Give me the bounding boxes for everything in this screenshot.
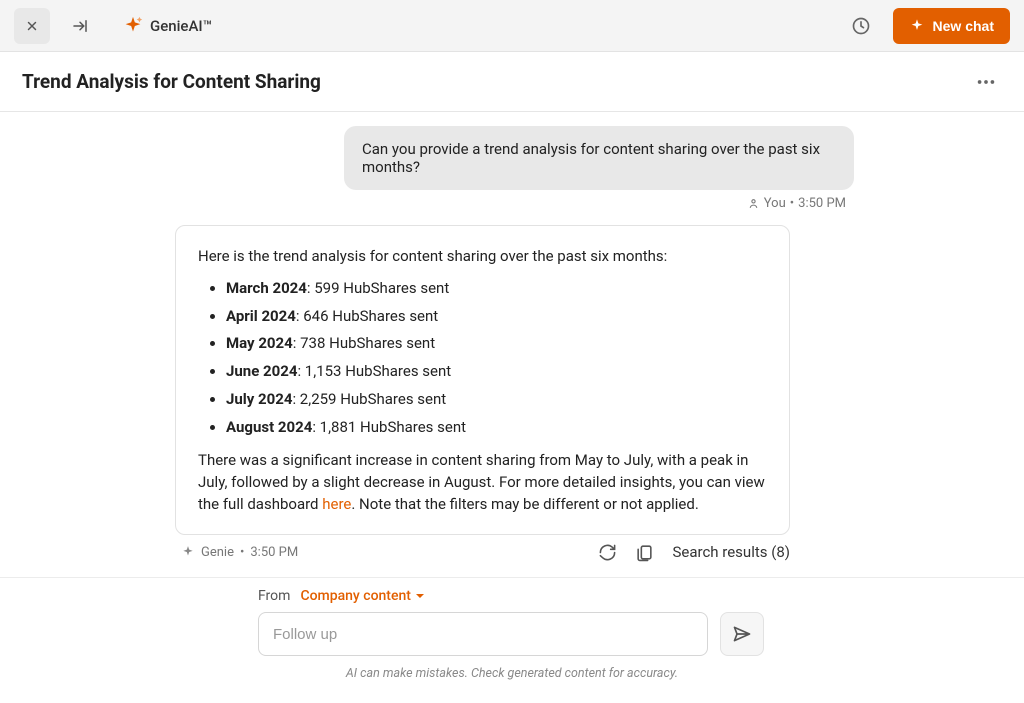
ai-author: Genie [201,545,234,560]
ai-outro-text: There was a significant increase in cont… [198,450,767,515]
followup-input[interactable] [258,612,708,656]
history-button[interactable] [843,8,879,44]
brand-sparkle-icon [122,15,144,37]
sparkle-small-icon [181,545,195,559]
user-message-meta: You • 3:50 PM [0,196,1024,211]
clock-icon [851,16,871,36]
close-icon [25,19,39,33]
disclaimer-text: AI can make mistakes. Check generated co… [0,666,1024,681]
list-item: August 2024: 1,881 HubShares sent [226,417,767,439]
trend-list: March 2024: 599 HubShares sent April 202… [198,278,767,439]
source-selector-row: From Company content [0,588,1024,604]
send-button[interactable] [720,612,764,656]
sparkle-icon [909,18,925,34]
list-item: April 2024: 646 HubShares sent [226,306,767,328]
ai-message-bubble: Here is the trend analysis for content s… [175,225,790,535]
more-options-button[interactable] [970,66,1002,98]
title-bar: Trend Analysis for Content Sharing [0,52,1024,112]
send-icon [732,624,752,644]
top-header: GenieAI™ New chat [0,0,1024,52]
ai-message-wrap: Here is the trend analysis for content s… [0,225,790,577]
suggested-followup[interactable]: What factors contributed to the peak in … [175,562,790,578]
user-message-author: You [764,196,786,211]
user-icon [747,197,760,210]
compose-row [0,612,1024,656]
collapse-icon [71,17,89,35]
brand: GenieAI™ [122,15,212,37]
close-button[interactable] [14,8,50,44]
regenerate-button[interactable] [598,543,617,562]
ai-intro-text: Here is the trend analysis for content s… [198,246,767,268]
clipboard-icon [635,543,654,562]
user-message-bubble: Can you provide a trend analysis for con… [344,126,854,190]
chat-area: Can you provide a trend analysis for con… [0,112,1024,577]
dashboard-link[interactable]: here [322,495,351,513]
search-results-link[interactable]: Search results (8) [672,543,790,561]
ai-time: 3:50 PM [250,545,298,560]
list-item: May 2024: 738 HubShares sent [226,333,767,355]
source-selector-label: Company content [300,588,410,604]
more-horizontal-icon [975,71,997,93]
from-label: From [258,588,290,604]
new-chat-label: New chat [933,18,994,34]
input-footer: From Company content AI can make mistake… [0,577,1024,703]
refresh-icon [598,543,617,562]
page-title: Trend Analysis for Content Sharing [22,70,970,93]
brand-name: GenieAI™ [150,17,212,35]
list-item: March 2024: 599 HubShares sent [226,278,767,300]
caret-down-icon [415,591,425,601]
new-chat-button[interactable]: New chat [893,8,1010,44]
copy-button[interactable] [635,543,654,562]
source-selector[interactable]: Company content [300,588,424,604]
ai-message-footer: Genie • 3:50 PM Search results (8) [175,535,790,562]
list-item: June 2024: 1,153 HubShares sent [226,361,767,383]
user-message-time: 3:50 PM [798,196,846,211]
list-item: July 2024: 2,259 HubShares sent [226,389,767,411]
user-message-row: Can you provide a trend analysis for con… [0,126,1024,190]
collapse-panel-button[interactable] [62,8,98,44]
